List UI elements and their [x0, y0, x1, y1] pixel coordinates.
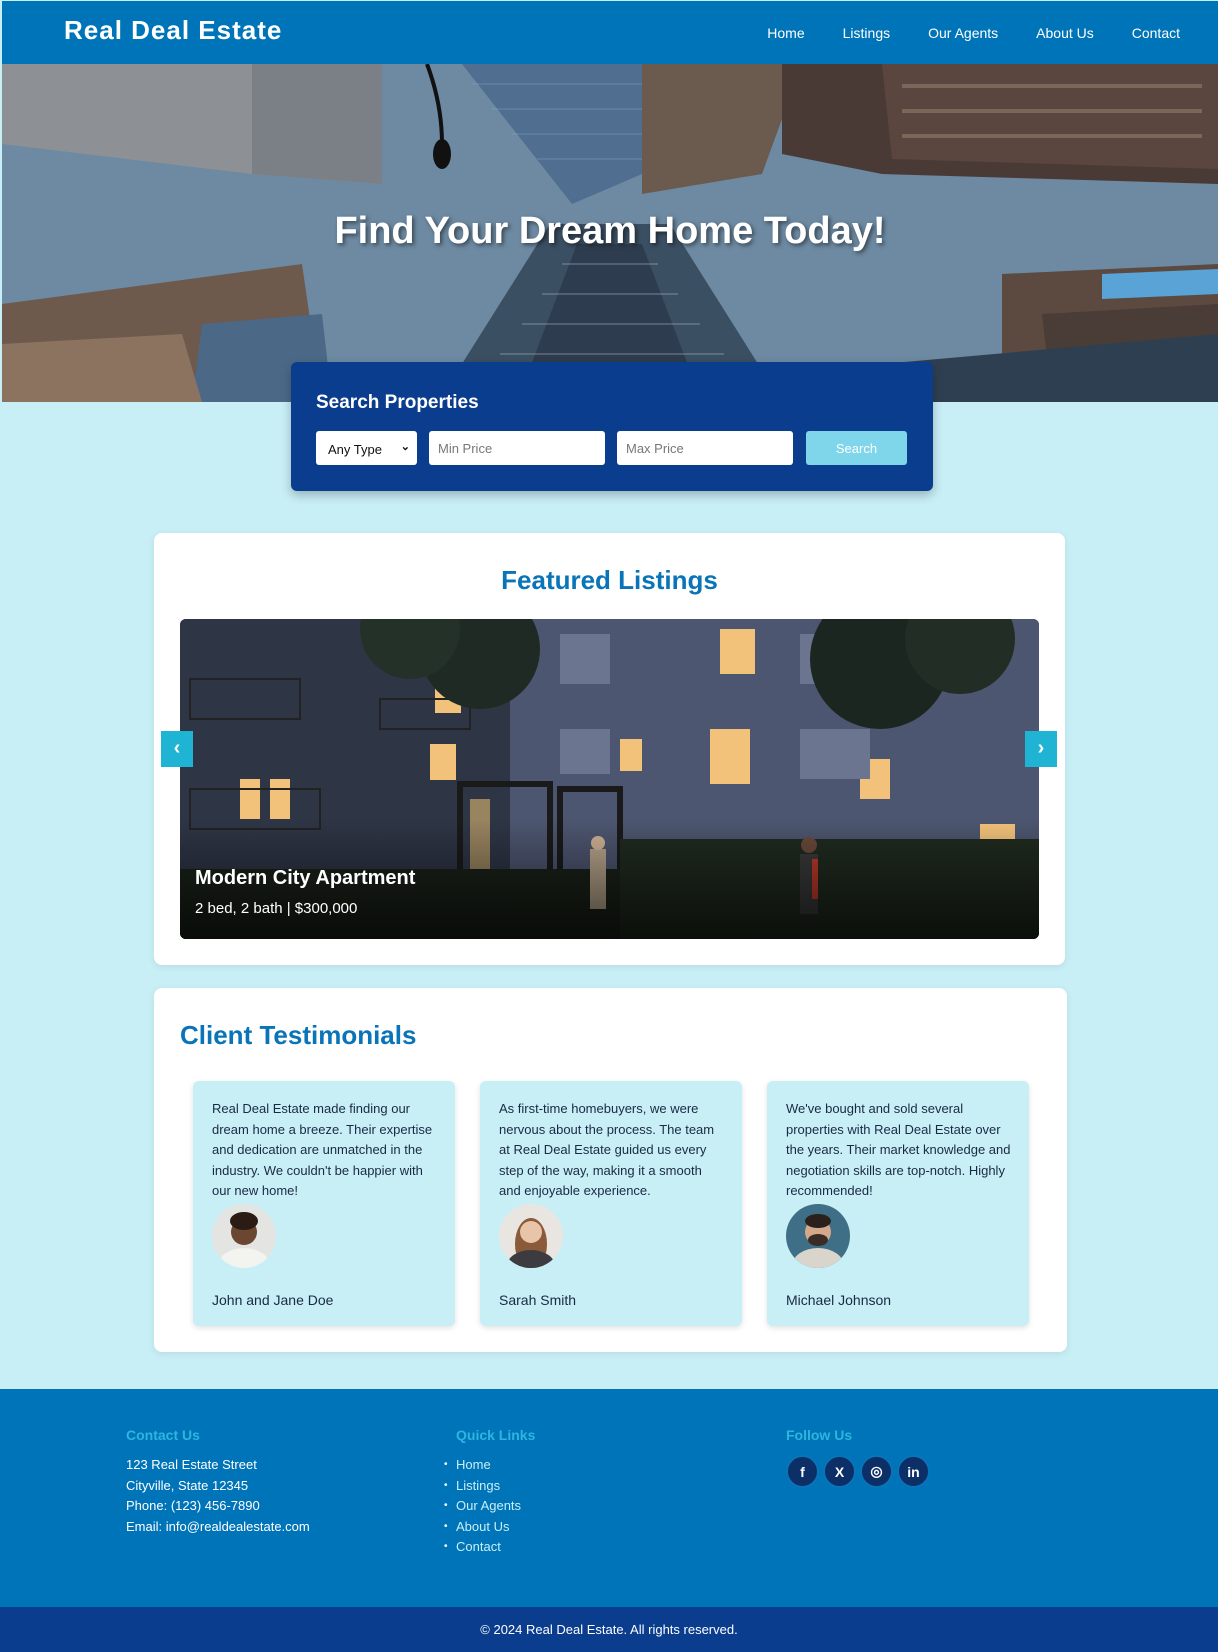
footer-follow-title: Follow Us — [786, 1427, 853, 1443]
site-header: Real Deal Estate Home Listings Our Agent… — [2, 1, 1218, 64]
footer-address-line: 123 Real Estate Street — [126, 1457, 257, 1472]
max-price-input[interactable] — [617, 431, 793, 465]
footer-phone-line: Phone: (123) 456-7890 — [126, 1498, 260, 1514]
footer-email-line: Email: info@realdealestate.com — [126, 1518, 310, 1534]
site-footer: Contact Us 123 Real Estate Street Cityvi… — [0, 1389, 1218, 1607]
x-icon[interactable]: X — [823, 1455, 856, 1488]
carousel-next-button[interactable]: › — [1025, 731, 1057, 767]
chevron-down-icon: ⌄ — [400, 441, 410, 453]
testimonials-title: Client Testimonials — [180, 1020, 417, 1050]
featured-title: Featured Listings — [501, 565, 718, 595]
testimonial-quote: Real Deal Estate made finding our dream … — [212, 1101, 433, 1199]
hero-banner: Find Your Dream Home Today! — [2, 64, 1218, 402]
property-type-value: Any Type — [328, 442, 382, 457]
main-nav: Home Listings Our Agents About Us Contac… — [729, 1, 1180, 64]
testimonial-quote: As first-time homebuyers, we were nervou… — [499, 1101, 715, 1199]
nav-listings[interactable]: Listings — [843, 25, 890, 41]
testimonial-quote: We've bought and sold several properties… — [786, 1101, 1011, 1199]
footer-contact: Contact Us 123 Real Estate Street Cityvi… — [126, 1427, 310, 1537]
nav-contact[interactable]: Contact — [1132, 25, 1180, 41]
footer-quick-links: Quick Links Home Listings Our Agents Abo… — [444, 1427, 536, 1558]
min-price-input[interactable] — [429, 431, 605, 465]
facebook-icon[interactable]: f — [786, 1455, 819, 1488]
search-panel: Search Properties Any Type ⌄ Search — [291, 362, 933, 491]
testimonial-author: Sarah Smith — [499, 1292, 577, 1308]
footer-link-home[interactable]: Home — [444, 1455, 535, 1476]
carousel-prev-button[interactable]: ‹ — [161, 731, 193, 767]
avatar — [499, 1204, 563, 1268]
footer-link-about-us[interactable]: About Us — [444, 1517, 535, 1538]
hero-title: Find Your Dream Home Today! — [334, 210, 886, 252]
testimonial-card: We've bought and sold several properties… — [767, 1081, 1029, 1326]
copyright: © 2024 Real Deal Estate. All rights rese… — [0, 1607, 1218, 1652]
listing-slide[interactable]: Modern City Apartment 2 bed, 2 bath | $3… — [180, 619, 1039, 939]
social-links: f X ◎ in — [786, 1455, 930, 1488]
testimonial-author: John and Jane Doe — [212, 1292, 334, 1308]
avatar — [212, 1204, 276, 1268]
property-type-select[interactable]: Any Type ⌄ — [316, 431, 417, 465]
avatar — [786, 1204, 850, 1268]
footer-city-line: Cityville, State 12345 — [126, 1477, 249, 1493]
testimonial-author: Michael Johnson — [786, 1292, 892, 1308]
nav-about-us[interactable]: About Us — [1036, 25, 1094, 41]
footer-link-contact[interactable]: Contact — [444, 1537, 535, 1558]
footer-links-title: Quick Links — [456, 1427, 536, 1443]
brand-logo[interactable]: Real Deal Estate — [64, 15, 282, 46]
footer-link-our-agents[interactable]: Our Agents — [444, 1496, 535, 1517]
testimonial-card: As first-time homebuyers, we were nervou… — [480, 1081, 742, 1326]
instagram-icon[interactable]: ◎ — [860, 1455, 893, 1488]
chevron-right-icon: › — [1037, 737, 1045, 759]
footer-follow: Follow Us f X ◎ in — [786, 1427, 930, 1488]
listing-title: Modern City Apartment — [195, 867, 416, 889]
linkedin-icon[interactable]: in — [897, 1455, 930, 1488]
footer-contact-title: Contact Us — [126, 1427, 200, 1443]
testimonials-section: Client Testimonials Real Deal Estate mad… — [154, 988, 1067, 1352]
footer-link-listings[interactable]: Listings — [444, 1476, 535, 1497]
search-button[interactable]: Search — [806, 431, 907, 465]
testimonial-card: Real Deal Estate made finding our dream … — [193, 1081, 455, 1326]
chevron-left-icon: ‹ — [173, 737, 181, 759]
search-title: Search Properties — [316, 392, 479, 413]
listing-details: 2 bed, 2 bath | $300,000 — [195, 900, 358, 917]
featured-listings-section: Featured Listings Modern City Apartment … — [154, 533, 1065, 965]
nav-our-agents[interactable]: Our Agents — [928, 25, 998, 41]
nav-home[interactable]: Home — [767, 25, 804, 41]
